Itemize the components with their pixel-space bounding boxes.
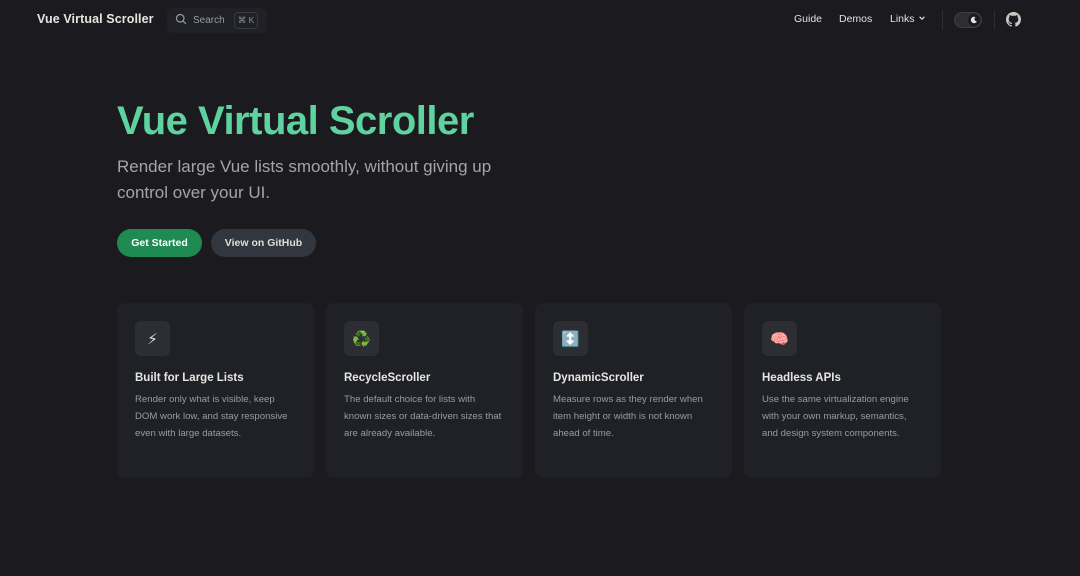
nav-link-guide[interactable]: Guide (794, 13, 822, 25)
moon-icon (968, 14, 980, 26)
chevron-down-icon (918, 13, 926, 25)
up-down-arrow-icon: ↕️ (553, 321, 588, 356)
feature-card: ♻️ RecycleScroller The default choice fo… (326, 303, 523, 478)
nav-link-links[interactable]: Links (890, 13, 926, 25)
feature-card: ⚡ Built for Large Lists Render only what… (117, 303, 314, 478)
search-placeholder: Search (193, 15, 225, 26)
feature-card: ↕️ DynamicScroller Measure rows as they … (535, 303, 732, 478)
nav-divider (942, 10, 943, 30)
feature-title: Built for Large Lists (135, 372, 244, 384)
nav-divider (994, 10, 995, 30)
get-started-button[interactable]: Get Started (117, 229, 202, 257)
brain-icon: 🧠 (762, 321, 797, 356)
theme-toggle[interactable] (954, 12, 982, 28)
feature-card: 🧠 Headless APIs Use the same virtualizat… (744, 303, 941, 478)
github-icon[interactable] (1006, 12, 1021, 27)
top-nav: Vue Virtual Scroller Search ⌘ K Guide De… (0, 0, 1080, 40)
search-button[interactable]: Search ⌘ K (167, 8, 267, 33)
search-icon (175, 12, 187, 30)
hero-tagline: Render large Vue lists smoothly, without… (117, 157, 492, 202)
view-on-github-button[interactable]: View on GitHub (211, 229, 316, 257)
site-brand[interactable]: Vue Virtual Scroller (37, 12, 154, 26)
recycle-icon: ♻️ (344, 321, 379, 356)
hero-title: Vue Virtual Scroller (117, 99, 474, 143)
search-shortcut: ⌘ K (234, 12, 258, 29)
lightning-icon: ⚡ (135, 321, 170, 356)
feature-description: The default choice for lists with known … (344, 394, 502, 439)
nav-link-links-label: Links (890, 13, 915, 25)
feature-title: Headless APIs (762, 372, 841, 384)
nav-link-demos[interactable]: Demos (839, 13, 872, 25)
feature-description: Measure rows as they render when item he… (553, 394, 703, 439)
feature-title: DynamicScroller (553, 372, 644, 384)
feature-title: RecycleScroller (344, 372, 431, 384)
feature-description: Use the same virtualization engine with … (762, 394, 909, 439)
feature-description: Render only what is visible, keep DOM wo… (135, 394, 288, 439)
